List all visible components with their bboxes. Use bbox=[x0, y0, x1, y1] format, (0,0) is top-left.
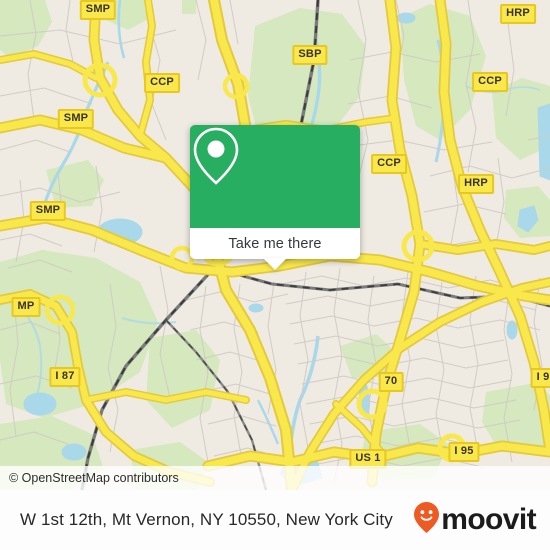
card-pointer-tail bbox=[263, 258, 287, 270]
card-marker-area bbox=[190, 125, 360, 228]
highway-shield[interactable]: CCP bbox=[144, 73, 180, 93]
highway-shield[interactable]: SMP bbox=[29, 201, 67, 221]
highway-shield[interactable]: I 87 bbox=[49, 367, 81, 387]
highway-shield[interactable]: SMP bbox=[57, 109, 95, 129]
highway-shield[interactable]: SBP bbox=[292, 45, 328, 65]
highway-shield[interactable]: HRP bbox=[500, 4, 536, 24]
map-canvas[interactable]: SMP SBP CCP CCP HRP SMP CCP HRP SMP MP I… bbox=[0, 0, 550, 490]
osm-attribution-text[interactable]: © OpenStreetMap contributors bbox=[9, 471, 179, 485]
moovit-wordmark: moovit bbox=[441, 503, 536, 536]
osm-attribution: © OpenStreetMap contributors bbox=[0, 466, 550, 490]
highway-shield[interactable]: I 9 bbox=[530, 368, 550, 388]
highway-shield[interactable]: HRP bbox=[458, 174, 494, 194]
highway-shield[interactable]: MP bbox=[11, 297, 41, 317]
highway-shield[interactable]: I 95 bbox=[448, 442, 480, 462]
moovit-logo[interactable]: moovit bbox=[413, 501, 537, 539]
take-me-there-label: Take me there bbox=[228, 235, 322, 252]
map-preview-page: SMP SBP CCP CCP HRP SMP CCP HRP SMP MP I… bbox=[0, 0, 550, 550]
highway-shield[interactable]: SMP bbox=[79, 0, 117, 20]
highway-shield[interactable]: 70 bbox=[378, 372, 404, 392]
address-label: W 1st 12th, Mt Vernon, NY 10550, New Yor… bbox=[20, 510, 393, 529]
highway-shield[interactable]: CCP bbox=[371, 154, 407, 174]
highway-shield[interactable]: CCP bbox=[472, 72, 508, 92]
footer-bar: W 1st 12th, Mt Vernon, NY 10550, New Yor… bbox=[0, 490, 550, 550]
take-me-there-button[interactable]: Take me there bbox=[190, 228, 360, 270]
moovit-pin-smiley-icon bbox=[413, 501, 440, 539]
location-info-card[interactable]: Take me there bbox=[190, 125, 360, 270]
